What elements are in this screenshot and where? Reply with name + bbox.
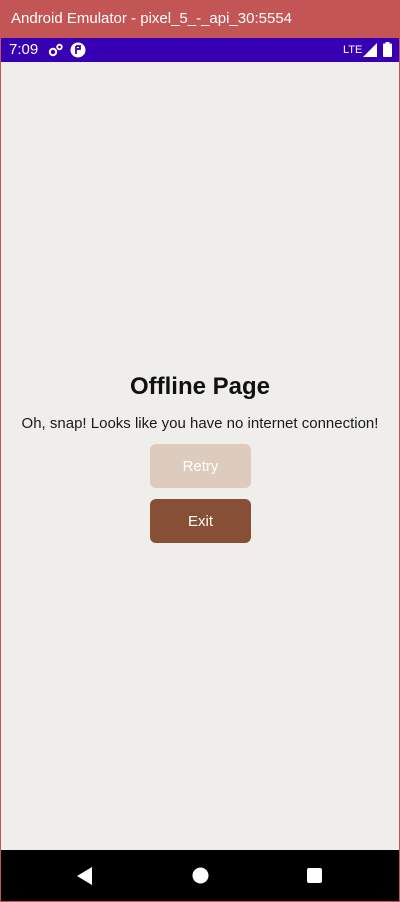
exit-button[interactable]: Exit — [150, 499, 251, 543]
battery-icon — [383, 42, 392, 57]
back-icon[interactable] — [77, 867, 93, 885]
gear-icon — [48, 43, 63, 57]
page-title: Offline Page — [129, 373, 271, 400]
offline-message: Oh, snap! Looks like you have no interne… — [21, 415, 379, 432]
home-icon[interactable] — [192, 867, 209, 884]
retry-button[interactable]: Retry — [150, 444, 251, 488]
navigation-bar — [1, 850, 399, 901]
network-type: LTE — [343, 44, 363, 56]
status-time: 7:09 — [9, 41, 39, 58]
emulator-window: Android Emulator - pixel_5_-_api_30:5554… — [0, 0, 400, 902]
window-title: Android Emulator - pixel_5_-_api_30:5554 — [11, 10, 293, 27]
recents-icon[interactable] — [307, 868, 322, 883]
status-bar: 7:09 LTE — [1, 38, 399, 62]
window-title-bar[interactable]: Android Emulator - pixel_5_-_api_30:5554 — [1, 0, 399, 38]
signal-icon — [363, 43, 377, 57]
app-circle-icon — [70, 42, 86, 58]
offline-page: Offline Page Oh, snap! Looks like you ha… — [1, 62, 399, 850]
